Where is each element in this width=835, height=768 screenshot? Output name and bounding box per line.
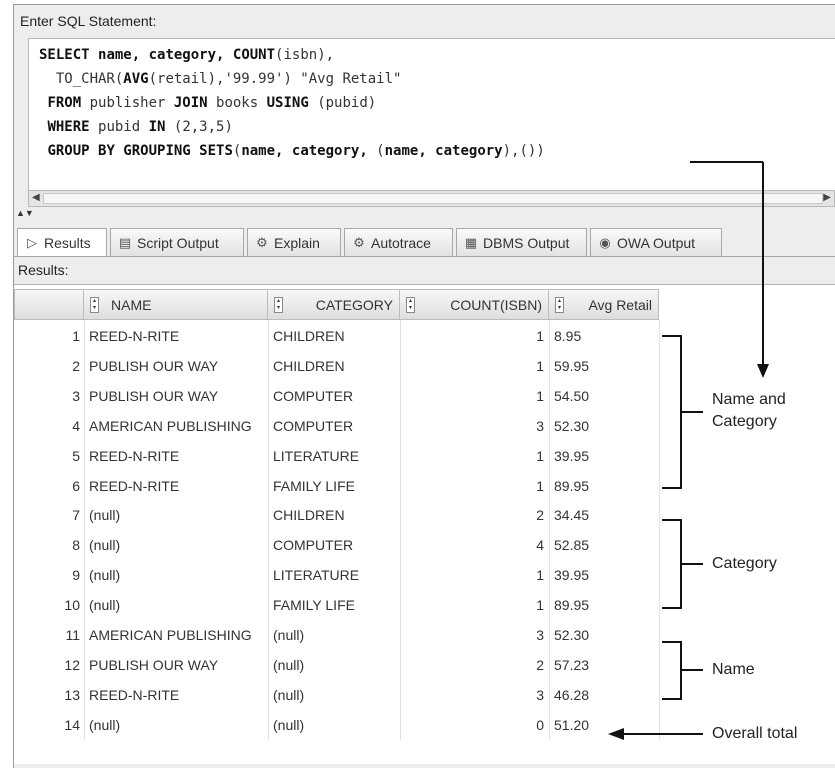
overall-total-annotation: Overall total: [712, 725, 798, 742]
overall-total-arrowhead: [608, 728, 624, 740]
name-bracket: [662, 641, 682, 700]
name-and-category-bracket: [662, 335, 682, 489]
category-annotation: Category: [712, 555, 777, 572]
category-bracket: [662, 519, 682, 609]
sql-connector-arrowhead: [757, 364, 769, 378]
name-and-category-annotation: Name and Category: [712, 389, 786, 433]
annotation-brackets: [608, 161, 769, 740]
annotation-line-2: Category: [712, 413, 777, 430]
annotation-line-1: Name and: [712, 391, 786, 408]
name-annotation: Name: [712, 661, 755, 678]
